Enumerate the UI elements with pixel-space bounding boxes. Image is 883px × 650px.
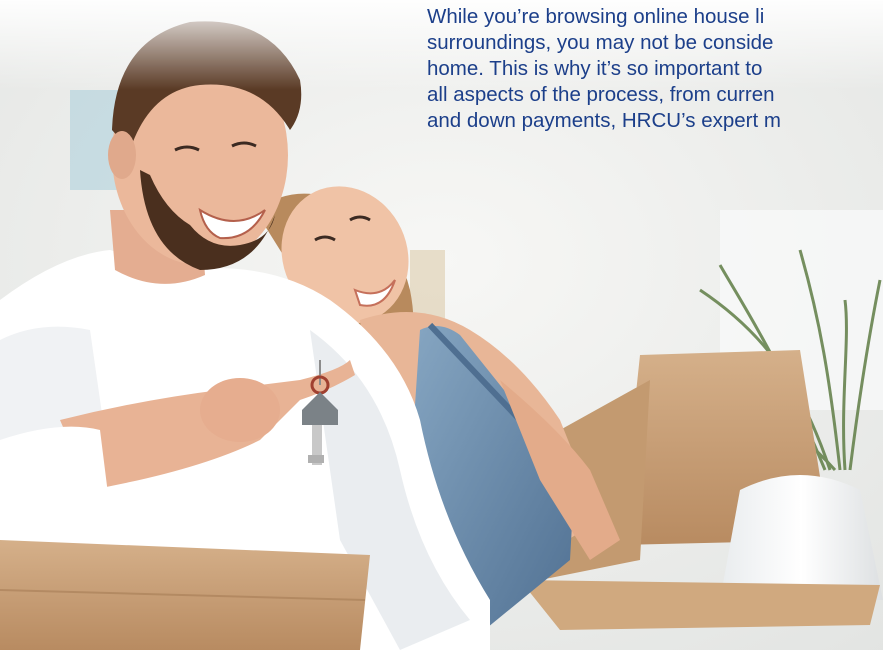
- article-line: home. This is why it’s so important to: [427, 57, 763, 80]
- article-line: all aspects of the process, from curren: [427, 83, 775, 106]
- article-line: and down payments, HRCU’s expert m: [427, 109, 781, 132]
- article-line: While you’re browsing online house li: [427, 5, 765, 28]
- lamp: [720, 475, 883, 600]
- article-intro-text: While you’re browsing online house li su…: [427, 4, 883, 134]
- page: While you’re browsing online house li su…: [0, 0, 883, 650]
- article-line: surroundings, you may not be conside: [427, 31, 774, 54]
